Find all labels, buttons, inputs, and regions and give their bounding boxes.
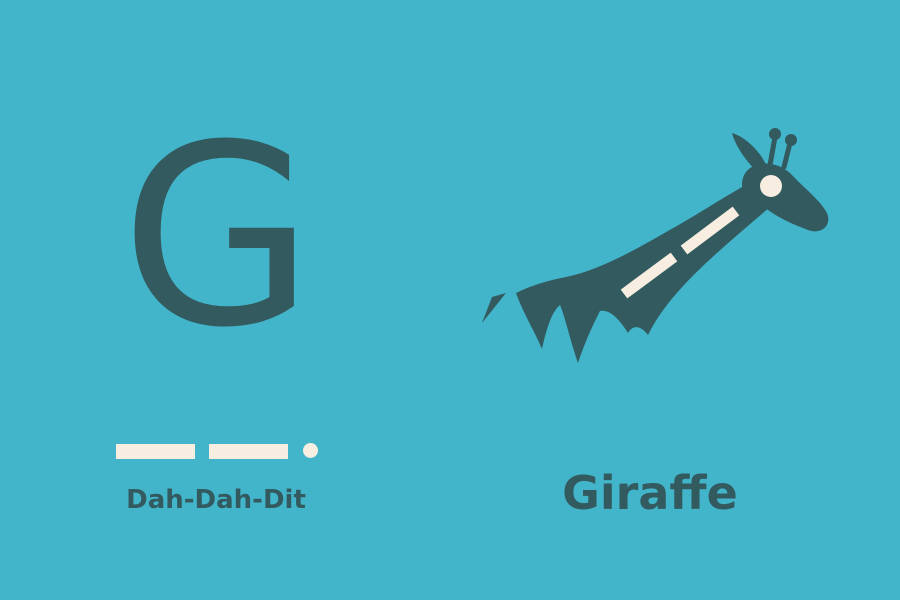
- morse-label: Dah-Dah-Dit: [126, 485, 306, 515]
- flashcard: G Dah-Dah-Dit Giraffe: [0, 0, 900, 600]
- morse-dah-1: [116, 444, 195, 459]
- word-label: Giraffe: [562, 466, 738, 520]
- morse-dah-2: [209, 444, 288, 459]
- morse-code-symbols: [116, 441, 326, 461]
- giraffe-icon: [482, 128, 829, 363]
- morse-dit: [303, 443, 318, 458]
- letter-glyph: G: [120, 91, 315, 382]
